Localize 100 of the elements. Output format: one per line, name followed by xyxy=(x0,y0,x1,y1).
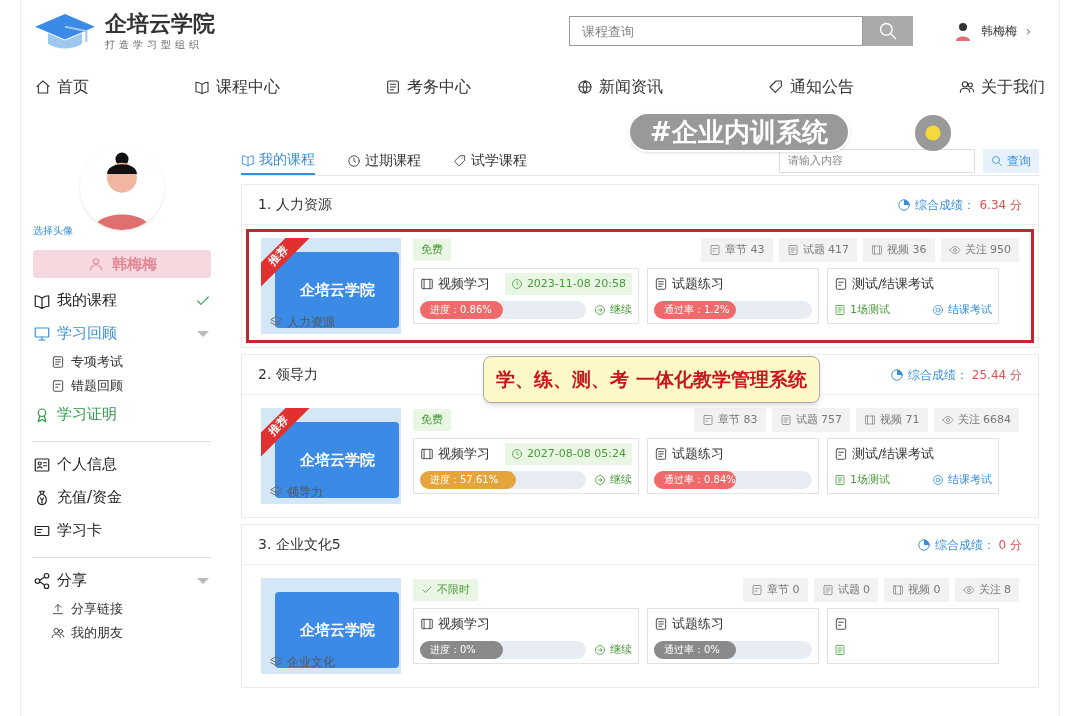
study-date: 2027-08-08 05:24 xyxy=(504,443,632,465)
logo-slogan: 打造学习型组织 xyxy=(105,38,204,53)
choose-avatar-link[interactable]: 选择头像 xyxy=(33,223,73,238)
progress-text: 进度：0% xyxy=(430,643,476,657)
book-icon xyxy=(241,152,255,167)
person-icon xyxy=(87,256,104,272)
continue-link[interactable]: 继续 xyxy=(594,301,632,319)
stat-chip: 视频 36 xyxy=(863,238,935,262)
document-icon xyxy=(821,584,834,596)
sidebar-subitem[interactable]: 我的朋友 xyxy=(33,621,211,645)
note-icon xyxy=(834,447,848,461)
upload-icon xyxy=(51,602,65,616)
layers-icon xyxy=(269,485,283,499)
nav-item[interactable]: 通知公告 xyxy=(767,75,854,99)
layers-icon xyxy=(269,655,283,669)
document-icon xyxy=(385,79,402,95)
stat-chip: 关注 8 xyxy=(954,578,1019,602)
tab[interactable]: 试学课程 xyxy=(453,146,527,175)
clock-icon xyxy=(347,153,361,168)
nav-item[interactable]: 关于我们 xyxy=(958,75,1045,99)
nav-item[interactable]: 考务中心 xyxy=(385,75,472,99)
sidebar-item[interactable]: 充值/资金 xyxy=(33,481,211,514)
pie-chart-icon xyxy=(889,367,904,382)
profile-name: 韩梅梅 xyxy=(111,253,157,275)
continue-link[interactable]: 继续 xyxy=(594,641,632,659)
brand-text: 企培云学院 xyxy=(299,279,375,301)
arrow-circle-icon xyxy=(594,474,606,486)
film-icon xyxy=(420,617,434,631)
stat-chip: 试题 0 xyxy=(813,578,878,602)
search-field[interactable]: 课程查询 xyxy=(569,16,864,46)
sidebar-label: 学习证明 xyxy=(33,403,117,426)
brand-text: 企培云学院 xyxy=(299,619,375,641)
score-value: 0 分 xyxy=(998,536,1022,554)
stat-chip: 章节 43 xyxy=(701,238,773,262)
progress-text: 进度：0.86% xyxy=(430,303,492,317)
note-icon xyxy=(751,584,763,596)
chevron-icon[interactable]: › xyxy=(1025,20,1031,42)
stat-chip: 视频 71 xyxy=(856,408,928,432)
share-icon xyxy=(33,571,51,590)
sidebar-subitem[interactable]: 错题回顾 xyxy=(33,374,211,398)
pie-chart-icon xyxy=(897,197,912,212)
sidebar-item[interactable]: 学习卡 xyxy=(33,514,211,547)
stat-chip: 章节 83 xyxy=(694,408,766,432)
film-icon xyxy=(864,414,876,426)
nav-item[interactable]: 首页 xyxy=(35,75,89,99)
sidebar-item[interactable]: 学习回顾 xyxy=(33,317,211,350)
stat-chip: 试题 757 xyxy=(771,408,850,432)
note-icon xyxy=(834,277,848,291)
note-icon xyxy=(709,244,721,256)
arrow-circle-icon xyxy=(594,644,606,656)
continue-link[interactable]: 继续 xyxy=(594,471,632,489)
layers-icon xyxy=(269,315,283,329)
tag-pill: #企业内训系统 xyxy=(628,112,850,152)
progress-text: 通过率：0.84% xyxy=(664,473,736,487)
sidebar-item[interactable]: 个人信息 xyxy=(33,448,211,481)
final-exam-link[interactable]: 结课考试 xyxy=(932,471,992,489)
sidebar-item[interactable]: 学习证明 xyxy=(33,398,211,431)
course-category: 领导力 xyxy=(287,484,323,501)
final-exam-link[interactable]: 结课考试 xyxy=(932,301,992,319)
course-category: 人力资源 xyxy=(287,314,335,331)
note-icon xyxy=(51,379,65,393)
nav-item[interactable]: 新闻资讯 xyxy=(576,75,663,99)
nav-item[interactable]: 课程中心 xyxy=(194,75,281,99)
user-name[interactable]: 韩梅梅 xyxy=(981,22,1018,40)
sidebar-item[interactable]: 我的课程 xyxy=(33,284,211,317)
sidebar-subitem[interactable]: 分享链接 xyxy=(33,597,211,621)
price-badge: 免费 xyxy=(413,239,451,261)
stat-chip: 试题 417 xyxy=(778,238,857,262)
globe-icon xyxy=(576,79,593,95)
id-card-icon xyxy=(33,455,51,474)
target-icon xyxy=(932,474,944,486)
note-icon xyxy=(834,617,848,631)
card-title: 视频学习 xyxy=(438,615,490,634)
clock-icon xyxy=(510,448,523,460)
sidebar-label: 充值/资金 xyxy=(33,486,123,509)
test-count: 1场测试 xyxy=(850,471,890,488)
check-icon xyxy=(421,584,433,596)
card-title: 试题练习 xyxy=(672,615,724,634)
course-title: 1. 人力资源 xyxy=(258,195,332,214)
course-title: 2. 领导力 xyxy=(258,365,318,384)
sidebar-subitem[interactable]: 专项考试 xyxy=(33,350,211,374)
search-icon xyxy=(878,21,899,41)
score-value: 6.34 分 xyxy=(979,196,1022,214)
sidebar-item[interactable]: 分享 xyxy=(33,564,211,597)
tab[interactable]: 过期课程 xyxy=(347,146,421,175)
card-title: 测试/结课考试 xyxy=(852,445,935,464)
home-icon xyxy=(35,79,51,95)
logo-title: 企培云学院 xyxy=(105,9,215,38)
tag-icon xyxy=(453,153,467,168)
document-icon xyxy=(834,474,846,486)
tag-icon xyxy=(767,79,784,95)
monitor-icon xyxy=(33,324,51,343)
score-label: 综合成绩： xyxy=(907,366,968,384)
eye-icon xyxy=(948,244,961,256)
note-icon xyxy=(702,414,714,426)
score-value: 25.44 分 xyxy=(971,366,1022,384)
stat-chip: 关注 6684 xyxy=(933,408,1019,432)
stat-chip: 视频 0 xyxy=(884,578,949,602)
document-icon xyxy=(834,304,846,316)
tab[interactable]: 我的课程 xyxy=(241,146,315,175)
